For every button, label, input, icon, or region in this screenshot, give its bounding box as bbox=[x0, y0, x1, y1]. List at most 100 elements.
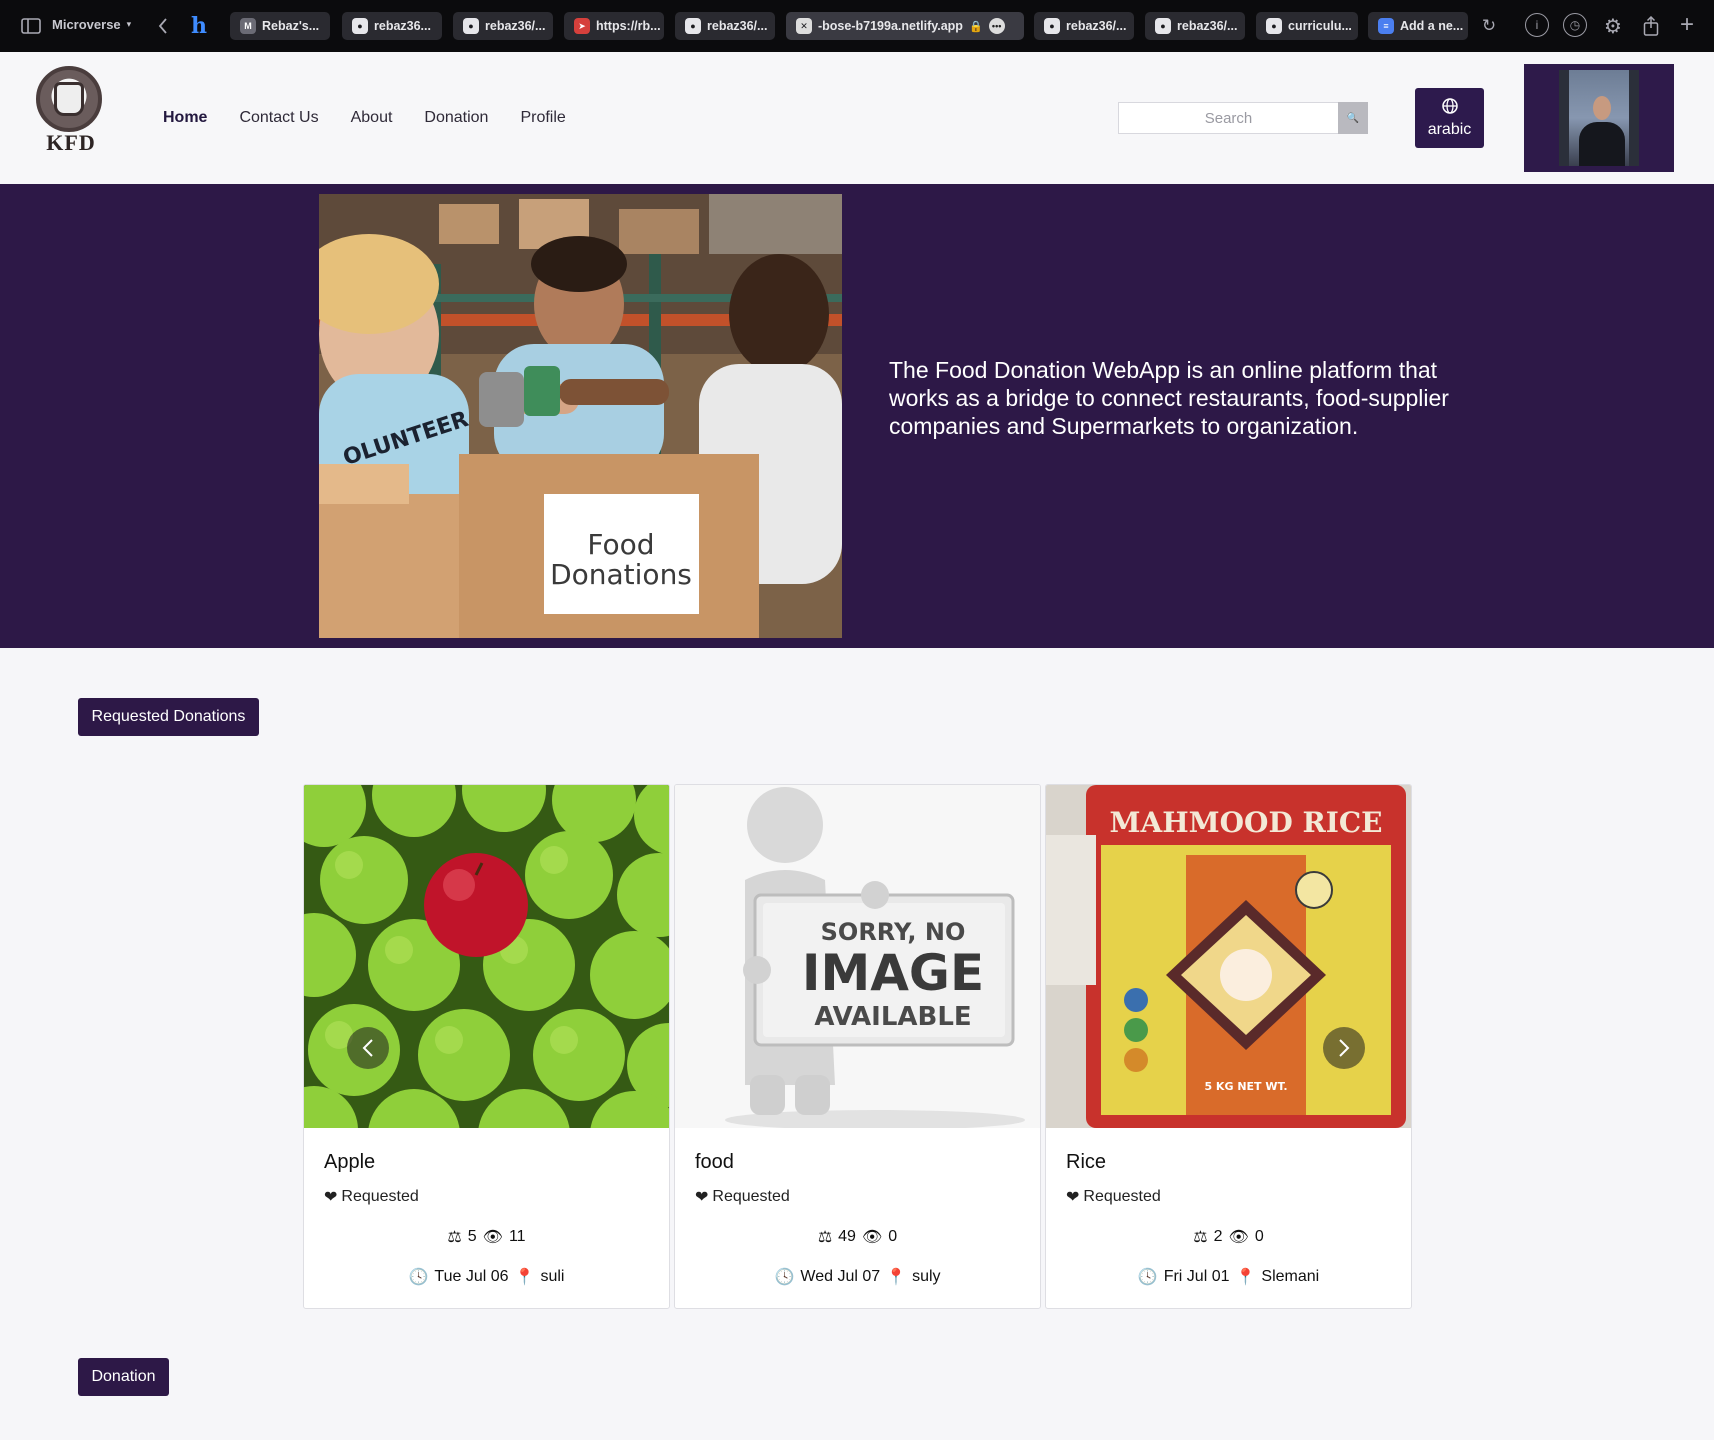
card-title: Apple bbox=[324, 1151, 376, 1173]
date-value: Wed Jul 07 bbox=[800, 1268, 881, 1285]
site-header: KFD Home Contact Us About Donation Profi… bbox=[0, 52, 1714, 184]
browser-tab[interactable]: ● rebaz36/... bbox=[453, 12, 553, 40]
hero-section: OLUNTEER Food Donations The Food Donatio… bbox=[0, 184, 1714, 648]
hand-holding-heart-icon: ❤ bbox=[695, 1189, 709, 1206]
sidebar-toggle-icon[interactable] bbox=[18, 13, 44, 39]
status-text: Requested bbox=[712, 1188, 790, 1205]
tab-label: rebaz36/... bbox=[1177, 19, 1238, 33]
user-avatar[interactable] bbox=[1524, 64, 1674, 172]
browser-tab[interactable]: ● rebaz36/... bbox=[1145, 12, 1245, 40]
browser-tab[interactable]: ● rebaz36... bbox=[342, 12, 442, 40]
workspace-switcher[interactable]: Microverse ▾ bbox=[52, 17, 131, 32]
chevron-left-icon bbox=[362, 1039, 373, 1057]
hand-holding-heart-icon: ❤ bbox=[1066, 1189, 1080, 1206]
github-icon: ● bbox=[1044, 18, 1060, 34]
nav-contact-us[interactable]: Contact Us bbox=[239, 109, 318, 127]
new-tab-icon[interactable]: + bbox=[1674, 11, 1700, 38]
location-value: suli bbox=[540, 1268, 565, 1285]
eye-icon: 👁 bbox=[482, 1229, 503, 1246]
card-status: ❤ Requested bbox=[324, 1187, 419, 1207]
browser-tab[interactable]: ➤ https://rb... bbox=[564, 12, 664, 40]
status-text: Requested bbox=[1083, 1188, 1161, 1205]
extension-h-icon[interactable]: h bbox=[186, 13, 212, 39]
tab-label: rebaz36/... bbox=[1066, 19, 1127, 33]
rice-weight-text: 5 KG NET WT. bbox=[1204, 1080, 1287, 1093]
hero-description: The Food Donation WebApp is an online pl… bbox=[889, 357, 1449, 439]
card-meta: 🕓 Fri Jul 01 📍 Slemani bbox=[1046, 1267, 1411, 1287]
logo-text: KFD bbox=[46, 130, 96, 155]
browser-tab[interactable]: ≡ Add a ne... bbox=[1368, 12, 1468, 40]
tab-label: https://rb... bbox=[596, 19, 661, 33]
quantity-value: 2 bbox=[1213, 1228, 1223, 1245]
donation-cards: Apple ❤ Requested ⚖ 5 👁 11 🕓 Tue Jul 06 📍 sul… bbox=[303, 784, 1412, 1309]
carousel-prev-button[interactable] bbox=[347, 1027, 389, 1069]
rocket-icon: ➤ bbox=[574, 18, 590, 34]
avatar-photo bbox=[1559, 70, 1639, 166]
github-icon: ● bbox=[1155, 18, 1171, 34]
tab-label: -bose-b7199a.netlify.app bbox=[818, 19, 963, 33]
github-icon: ● bbox=[352, 18, 368, 34]
browser-toolbar: Microverse ▾ h M Rebaz's... ● rebaz36... ●… bbox=[0, 0, 1714, 52]
site-logo[interactable]: KFD bbox=[36, 66, 106, 162]
lock-icon: 🔒 bbox=[968, 20, 983, 33]
placeholder-line3: AVAILABLE bbox=[814, 1002, 971, 1032]
location-value: suly bbox=[912, 1268, 941, 1285]
clock-icon: 🕓 bbox=[408, 1269, 429, 1286]
more-icon[interactable]: ••• bbox=[988, 18, 1005, 34]
donation-section-button[interactable]: Donation bbox=[78, 1358, 169, 1396]
close-icon[interactable]: ✕ bbox=[796, 18, 812, 34]
eye-icon: 👁 bbox=[861, 1229, 883, 1246]
browser-tab-active[interactable]: ✕ -bose-b7199a.netlify.app 🔒 ••• bbox=[786, 12, 1024, 40]
reload-icon[interactable]: ↻ bbox=[1476, 13, 1502, 39]
date-value: Tue Jul 06 bbox=[434, 1268, 509, 1285]
eye-icon: 👁 bbox=[1228, 1229, 1249, 1246]
tab-label: curriculu... bbox=[1288, 19, 1352, 33]
github-icon: ● bbox=[1266, 18, 1282, 34]
info-icon[interactable]: i bbox=[1525, 13, 1549, 37]
views-value: 11 bbox=[508, 1228, 526, 1245]
views-value: 0 bbox=[1254, 1228, 1264, 1245]
location-value: Slemani bbox=[1261, 1268, 1320, 1285]
gear-icon[interactable]: ⚙ bbox=[1600, 13, 1626, 39]
tab-label: rebaz36/... bbox=[707, 19, 768, 33]
browser-tab[interactable]: ● curriculu... bbox=[1256, 12, 1358, 40]
apple-image bbox=[304, 785, 669, 1128]
tab-label: Add a ne... bbox=[1400, 19, 1464, 33]
language-toggle-button[interactable]: arabic bbox=[1415, 88, 1484, 148]
card-stats: ⚖ 5 👁 11 bbox=[304, 1227, 669, 1247]
requested-donations-button[interactable]: Requested Donations bbox=[78, 698, 259, 736]
quantity-value: 49 bbox=[838, 1228, 856, 1245]
browser-tab[interactable]: ● rebaz36/... bbox=[675, 12, 775, 40]
language-label: arabic bbox=[1427, 120, 1472, 138]
browser-tab[interactable]: ● rebaz36/... bbox=[1034, 12, 1134, 40]
quantity-value: 5 bbox=[467, 1228, 477, 1245]
scale-icon: ⚖ bbox=[447, 1229, 462, 1246]
nav-about[interactable]: About bbox=[351, 109, 393, 127]
chevron-right-icon bbox=[1339, 1039, 1350, 1057]
map-pin-icon: 📍 bbox=[514, 1269, 535, 1286]
browser-tab[interactable]: M Rebaz's... bbox=[230, 12, 330, 40]
clock-icon: 🕓 bbox=[774, 1269, 795, 1286]
nav-home[interactable]: Home bbox=[163, 109, 207, 127]
nav-profile[interactable]: Profile bbox=[520, 109, 565, 127]
tab-label: Rebaz's... bbox=[262, 19, 320, 33]
card-title: Rice bbox=[1066, 1151, 1107, 1173]
share-icon[interactable] bbox=[1638, 13, 1664, 39]
card-meta: 🕓 Tue Jul 06 📍 suli bbox=[304, 1267, 669, 1287]
rice-image: MAHMOOD RICE 5 KG NET WT. bbox=[1046, 785, 1411, 1128]
donation-card[interactable]: SORRY, NO IMAGE AVAILABLE food ❤ Requeste… bbox=[674, 784, 1041, 1309]
workspace-label: Microverse bbox=[52, 17, 121, 32]
rice-brand-text: MAHMOOD RICE bbox=[1110, 806, 1383, 839]
nav-donation[interactable]: Donation bbox=[424, 109, 488, 127]
search-button[interactable]: 🔍 bbox=[1338, 102, 1368, 134]
chevron-down-icon: ▾ bbox=[126, 19, 132, 29]
history-icon[interactable]: ◷ bbox=[1563, 13, 1587, 37]
placeholder-line2: IMAGE bbox=[802, 944, 984, 1002]
no-image-placeholder: SORRY, NO IMAGE AVAILABLE bbox=[675, 785, 1040, 1128]
search-input[interactable] bbox=[1118, 102, 1338, 134]
card-meta: 🕓 Wed Jul 07 📍 suly bbox=[675, 1267, 1040, 1287]
views-value: 0 bbox=[888, 1228, 898, 1245]
carousel-next-button[interactable] bbox=[1323, 1027, 1365, 1069]
back-icon[interactable] bbox=[150, 13, 176, 39]
placeholder-line1: SORRY, NO bbox=[821, 918, 966, 946]
